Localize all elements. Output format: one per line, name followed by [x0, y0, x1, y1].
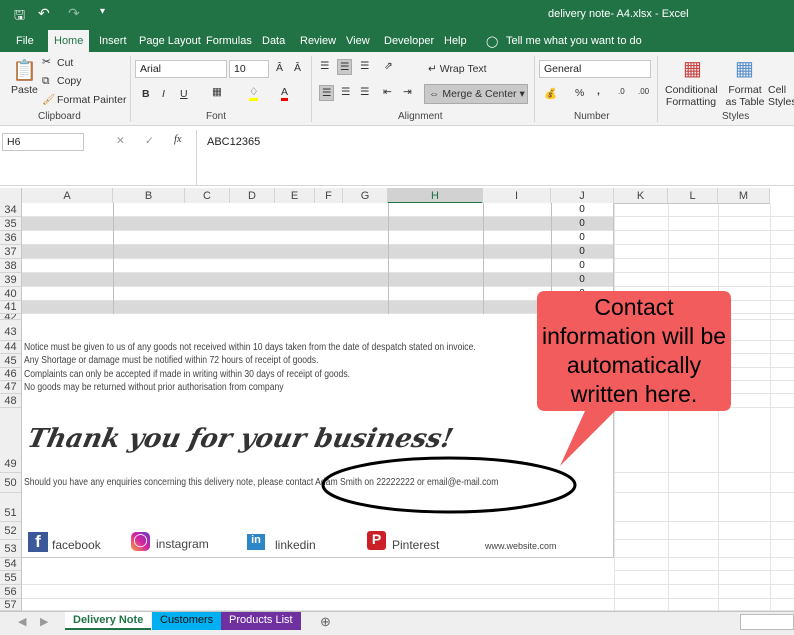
sheet-tabs-bar: ◀ ▶ Delivery Note Customers Products Lis…	[0, 611, 794, 635]
callout-text: Contact information will be automaticall…	[541, 294, 727, 407]
scroll-right-icon[interactable]: ▶	[40, 615, 48, 628]
add-sheet-icon[interactable]: ⊕	[320, 614, 331, 630]
sheet-tab-products-list[interactable]: Products List	[221, 612, 301, 630]
horizontal-scrollbar[interactable]	[740, 614, 794, 630]
sheet-tab-delivery-note[interactable]: Delivery Note	[65, 612, 152, 630]
highlight-ellipse	[321, 456, 577, 514]
sheet-tab-customers[interactable]: Customers	[152, 612, 222, 630]
scroll-left-icon[interactable]: ◀	[18, 615, 26, 628]
